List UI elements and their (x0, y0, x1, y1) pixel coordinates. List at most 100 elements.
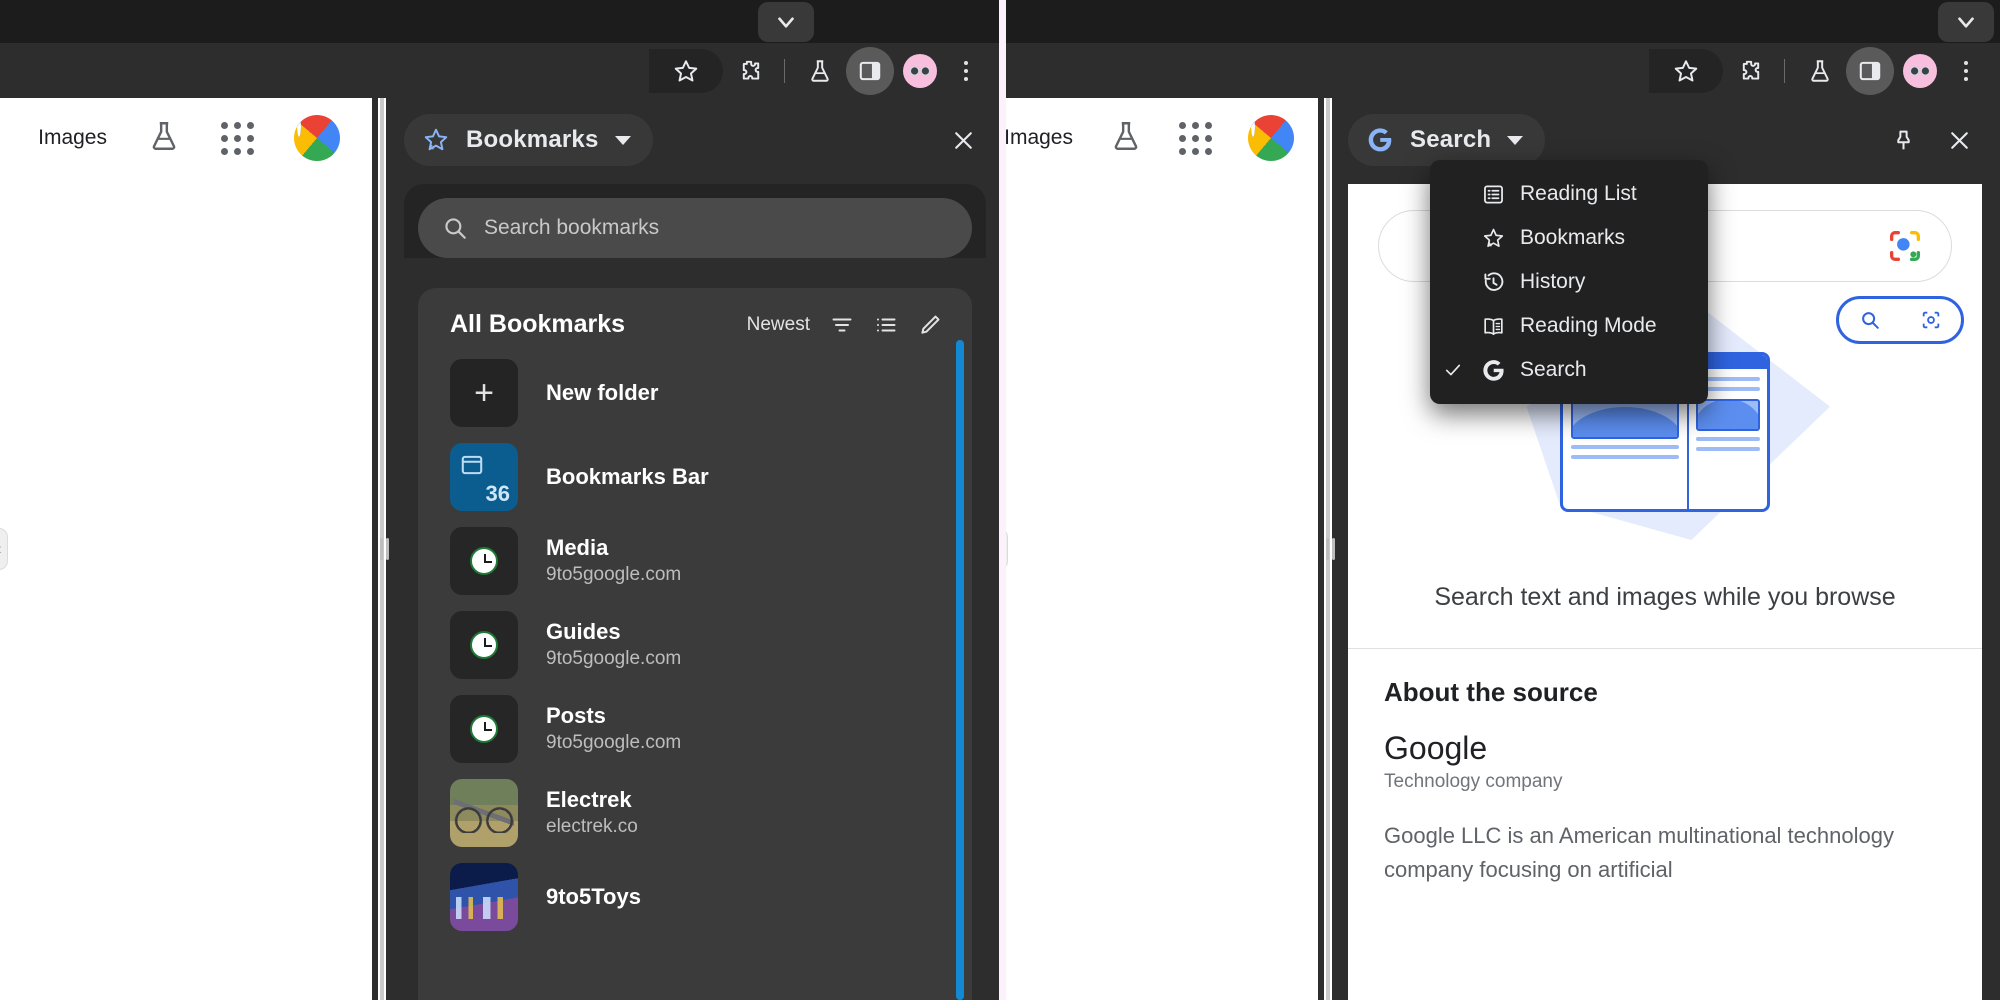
bookmarks-body: Search bookmarks All Bookmarks Newest + … (404, 184, 986, 1000)
bookmark-star-icon[interactable] (649, 48, 723, 93)
close-icon[interactable] (1936, 117, 1982, 163)
tab-search-chevron-icon[interactable] (1938, 2, 1994, 42)
toolbar-divider (784, 58, 785, 83)
left-page-content: Images ‹ (0, 98, 380, 1000)
side-panel-toggle-icon[interactable] (1846, 46, 1894, 95)
tab-search-chevron-icon[interactable] (758, 2, 814, 42)
extensions-puzzle-icon[interactable] (1723, 49, 1775, 93)
menu-item-label: Reading List (1520, 182, 1637, 205)
labs-flask-icon[interactable] (794, 49, 846, 93)
side-panel-toggle-icon[interactable] (846, 46, 894, 95)
google-account-avatar[interactable] (1248, 115, 1294, 161)
side-panel-title: Search (1410, 126, 1492, 153)
list-item-domain: 9to5google.com (546, 648, 682, 670)
new-folder-row[interactable]: + New folder (418, 351, 972, 435)
google-page-header: Images (0, 98, 380, 178)
check-icon (1440, 360, 1466, 380)
more-vertical-icon[interactable] (1946, 49, 1986, 93)
side-panel-actions (940, 117, 986, 163)
side-panel-resize-edge[interactable] (372, 98, 392, 1000)
folder-count: 36 (485, 481, 510, 506)
source-type: Technology company (1384, 771, 1563, 792)
apps-grid-icon[interactable] (221, 121, 254, 155)
left-tab-strip (0, 0, 1000, 43)
list-item[interactable]: 36 Bookmarks Bar (418, 435, 972, 519)
resize-grabber-icon[interactable] (377, 536, 391, 562)
google-account-avatar[interactable] (294, 115, 340, 161)
images-link[interactable]: Images (1004, 126, 1073, 150)
menu-item-label: Search (1520, 358, 1587, 381)
lens-icon (1922, 311, 1939, 329)
list-item-title: Bookmarks Bar (546, 464, 709, 490)
menu-item-bookmarks[interactable]: Bookmarks (1430, 216, 1708, 260)
sort-label[interactable]: Newest (747, 314, 810, 336)
images-link[interactable]: Images (38, 126, 107, 150)
site-thumbnail (450, 779, 518, 847)
screenshot-root: Images ‹ Bookmarks (0, 0, 2000, 1000)
left-toolbar (0, 43, 1000, 98)
side-panel-resize-edge[interactable] (1318, 98, 1338, 1000)
extensions-puzzle-icon[interactable] (723, 49, 775, 93)
list-item[interactable]: 9to5Toys (418, 855, 972, 939)
search-icon (445, 218, 466, 239)
menu-item-history[interactable]: History (1430, 260, 1708, 304)
side-panel-combobox[interactable]: Search (1348, 114, 1546, 166)
google-lens-icon[interactable] (1885, 226, 1925, 266)
pin-icon[interactable] (1880, 117, 1926, 163)
list-item[interactable]: Electrek electrek.co (418, 771, 972, 855)
google-g-icon (1478, 358, 1508, 383)
list-view-icon[interactable] (874, 313, 898, 337)
favicon-thumbnail (450, 527, 518, 595)
list-item-title: 9to5Toys (546, 884, 641, 910)
list-item[interactable]: Posts 9to5google.com (418, 687, 972, 771)
new-folder-label: New folder (546, 380, 659, 406)
search-icon (1861, 312, 1879, 329)
avatar (903, 53, 937, 88)
resize-grabber-icon[interactable] (1323, 536, 1337, 562)
favicon-thumbnail (450, 611, 518, 679)
profile-avatar-icon[interactable] (1894, 49, 1946, 93)
clock-icon (470, 631, 498, 659)
history-icon (1478, 270, 1508, 295)
avatar (1903, 53, 1937, 88)
right-page-content: Images ‹ (1000, 98, 1320, 1000)
menu-item-label: Reading Mode (1520, 314, 1657, 337)
side-panel-combobox[interactable]: Bookmarks (404, 114, 653, 166)
search-input[interactable]: Search bookmarks (418, 198, 972, 258)
source-description: Google LLC is an American multinational … (1384, 823, 1894, 883)
labs-flask-icon[interactable] (1794, 49, 1846, 93)
right-browser-window: Images ‹ Search (1000, 0, 2000, 1000)
menu-item-reading-list[interactable]: Reading List (1430, 172, 1708, 216)
toolbar-divider (1784, 58, 1785, 83)
menu-item-reading-mode[interactable]: Reading Mode (1430, 304, 1708, 348)
apps-grid-icon[interactable] (1179, 121, 1212, 155)
about-heading: About the source (1384, 677, 1598, 707)
edit-pencil-icon[interactable] (918, 313, 942, 337)
reading-mode-icon (1478, 314, 1508, 339)
chevron-down-icon (1507, 135, 1524, 145)
labs-flask-icon[interactable] (1109, 119, 1143, 158)
right-tab-strip (1000, 0, 2000, 43)
right-side-panel: Search Search text and images while you … (1318, 98, 2000, 1000)
close-icon[interactable] (940, 117, 986, 163)
list-item[interactable]: Media 9to5google.com (418, 519, 972, 603)
favicon-thumbnail (450, 695, 518, 763)
list-item[interactable]: Guides 9to5google.com (418, 603, 972, 687)
menu-item-label: History (1520, 270, 1586, 293)
menu-item-search[interactable]: Search (1430, 348, 1708, 392)
plus-icon: + (450, 359, 518, 427)
more-vertical-icon[interactable] (946, 49, 986, 93)
bookmark-star-icon[interactable] (1649, 48, 1723, 93)
labs-flask-icon[interactable] (147, 119, 181, 158)
sort-filter-icon[interactable] (830, 313, 854, 337)
right-toolbar (1000, 43, 2000, 98)
profile-avatar-icon[interactable] (894, 49, 946, 93)
list-scrollbar[interactable] (956, 340, 964, 1000)
folder-thumbnail: 36 (450, 443, 518, 511)
list-item-title: Posts (546, 702, 606, 728)
bookmark-star-icon (424, 128, 448, 151)
about-the-source-section: About the source Google Technology compa… (1348, 649, 1982, 887)
window-icon (461, 455, 483, 475)
side-panel-header: Bookmarks (404, 112, 986, 168)
page-drag-handle[interactable]: ‹ (0, 528, 8, 570)
